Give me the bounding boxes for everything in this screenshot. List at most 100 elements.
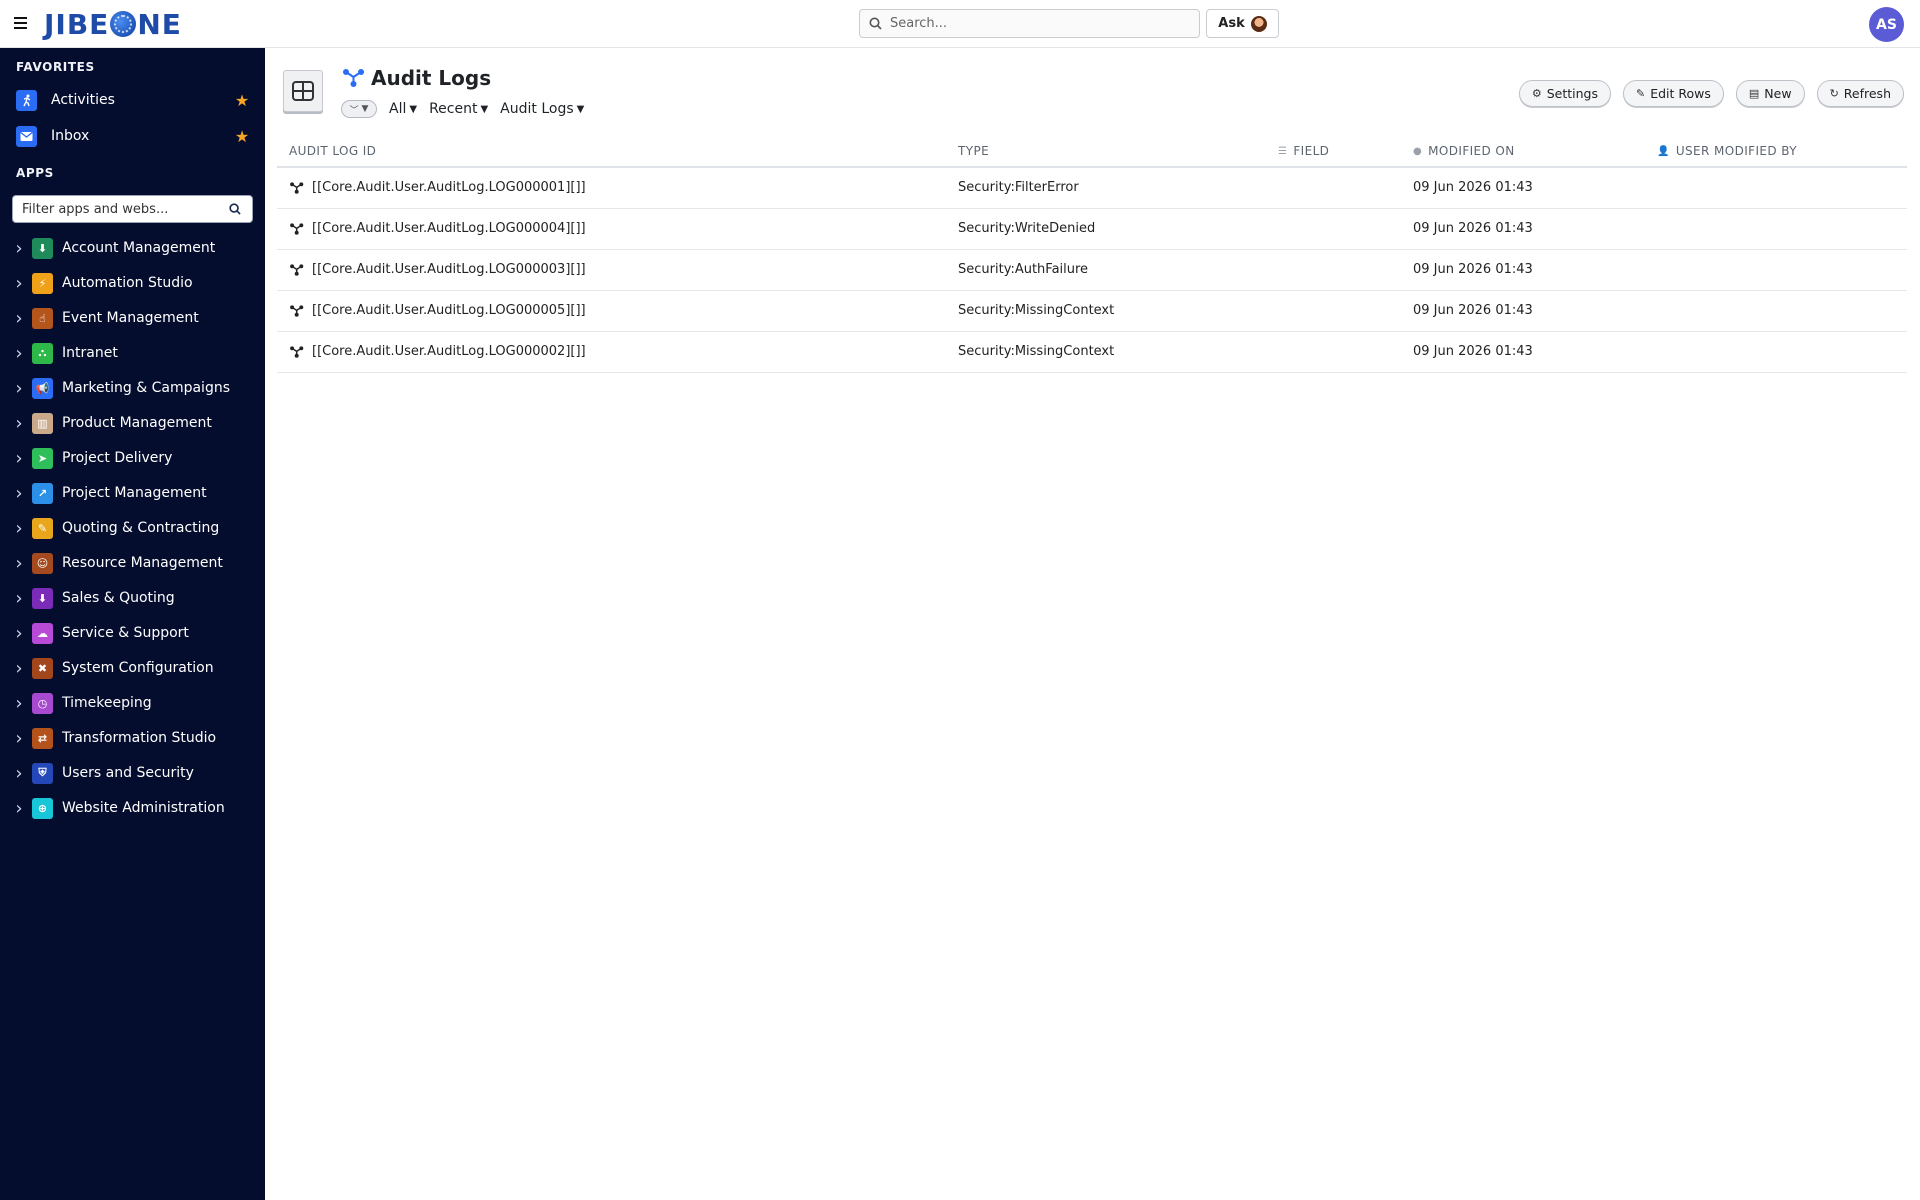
sidebar-app-service-support[interactable]: › ☁ Service & Support bbox=[0, 619, 265, 647]
chevron-right-icon[interactable]: › bbox=[10, 658, 28, 679]
running-person-icon bbox=[16, 89, 37, 111]
column-header-label: MODIFIED ON bbox=[1428, 144, 1515, 158]
sidebar-app-timekeeping[interactable]: › ◷ Timekeeping bbox=[0, 689, 265, 717]
search-icon bbox=[860, 10, 890, 37]
favorite-star-icon[interactable]: ★ bbox=[232, 127, 252, 146]
table-row[interactable]: [[Core.Audit.User.AuditLog.LOG000003][]]… bbox=[277, 250, 1907, 291]
sidebar-app-sales-quoting[interactable]: › ⬇ Sales & Quoting bbox=[0, 584, 265, 612]
scope-dropdown[interactable]: All ▼ bbox=[389, 101, 417, 117]
sidebar-app-system-configuration[interactable]: › ✖ System Configuration bbox=[0, 654, 265, 682]
chevron-right-icon[interactable]: › bbox=[10, 413, 28, 434]
audit-log-id-link[interactable]: [[Core.Audit.User.AuditLog.LOG000005][]] bbox=[312, 303, 586, 318]
grid-view-icon bbox=[292, 81, 314, 101]
sidebar-app-label: Website Administration bbox=[62, 800, 225, 816]
cell-audit-log-id[interactable]: [[Core.Audit.User.AuditLog.LOG000002][]] bbox=[289, 344, 586, 359]
sidebar-app-product-management[interactable]: › ▥ Product Management bbox=[0, 409, 265, 437]
chevron-right-icon[interactable]: › bbox=[10, 763, 28, 784]
cell-audit-log-id[interactable]: [[Core.Audit.User.AuditLog.LOG000005][]] bbox=[289, 303, 586, 318]
audit-log-id-link[interactable]: [[Core.Audit.User.AuditLog.LOG000002][]] bbox=[312, 344, 586, 359]
app-icon: ☺ bbox=[32, 552, 53, 574]
table-row[interactable]: [[Core.Audit.User.AuditLog.LOG000004][]]… bbox=[277, 209, 1907, 250]
sidebar-app-project-management[interactable]: › ↗ Project Management bbox=[0, 479, 265, 507]
logo-text-right: NE bbox=[137, 7, 182, 41]
app-icon: ⛨ bbox=[32, 762, 53, 784]
table-header: AUDIT LOG ID TYPE ☰ FIELD ● MODIFIED ON 👤 U… bbox=[277, 132, 1907, 168]
chevron-right-icon[interactable]: › bbox=[10, 378, 28, 399]
search-icon[interactable] bbox=[223, 203, 247, 215]
audit-log-id-link[interactable]: [[Core.Audit.User.AuditLog.LOG000004][]] bbox=[312, 221, 586, 236]
chevron-down-icon: ▼ bbox=[576, 103, 585, 115]
app-icon: ⚡ bbox=[32, 272, 53, 294]
global-search-input[interactable] bbox=[890, 16, 1180, 31]
cell-modified-on: 09 Jun 2026 01:43 bbox=[1413, 344, 1533, 359]
column-header-user-modified-by[interactable]: 👤 USER MODIFIED BY bbox=[1657, 144, 1797, 158]
settings-button[interactable]: ⚙ Settings bbox=[1518, 80, 1611, 107]
edit-rows-button[interactable]: ✎ Edit Rows bbox=[1622, 80, 1724, 107]
recency-dropdown[interactable]: Recent ▼ bbox=[429, 101, 488, 117]
audit-log-icon bbox=[289, 181, 305, 195]
app-icon: ✖ bbox=[32, 657, 53, 679]
chevron-down-icon: ▼ bbox=[480, 103, 489, 115]
sidebar-app-marketing-campaigns[interactable]: › 📢 Marketing & Campaigns bbox=[0, 374, 265, 402]
scope-dropdown-value: All bbox=[389, 101, 407, 117]
ask-button[interactable]: Ask bbox=[1206, 9, 1279, 38]
sidebar-app-quoting-contracting[interactable]: › ✎ Quoting & Contracting bbox=[0, 514, 265, 542]
favorite-item-activities[interactable]: Activities ★ bbox=[16, 88, 252, 112]
chevron-right-icon[interactable]: › bbox=[10, 798, 28, 819]
column-header-field[interactable]: ☰ FIELD bbox=[1278, 144, 1329, 158]
new-button[interactable]: ▤ New bbox=[1735, 80, 1805, 107]
column-header-audit-log-id[interactable]: AUDIT LOG ID bbox=[289, 144, 376, 158]
logo-text-left: JIBE bbox=[44, 7, 110, 41]
view-dropdown[interactable]: Audit Logs ▼ bbox=[500, 101, 584, 117]
filter-apps-input[interactable] bbox=[13, 201, 223, 217]
audit-log-id-link[interactable]: [[Core.Audit.User.AuditLog.LOG000003][]] bbox=[312, 262, 586, 277]
table-row[interactable]: [[Core.Audit.User.AuditLog.LOG000005][]]… bbox=[277, 291, 1907, 332]
chevron-right-icon[interactable]: › bbox=[10, 693, 28, 714]
user-avatar[interactable]: AS bbox=[1869, 7, 1904, 42]
view-switcher-button[interactable] bbox=[283, 70, 323, 112]
sidebar-app-intranet[interactable]: › ⛬ Intranet bbox=[0, 339, 265, 367]
sidebar-app-label: Users and Security bbox=[62, 765, 194, 781]
sidebar-app-automation-studio[interactable]: › ⚡ Automation Studio bbox=[0, 269, 265, 297]
sidebar-app-project-delivery[interactable]: › ➤ Project Delivery bbox=[0, 444, 265, 472]
chevron-right-icon[interactable]: › bbox=[10, 343, 28, 364]
chevron-right-icon[interactable]: › bbox=[10, 553, 28, 574]
favorite-item-inbox[interactable]: Inbox ★ bbox=[16, 124, 252, 148]
cell-audit-log-id[interactable]: [[Core.Audit.User.AuditLog.LOG000004][]] bbox=[289, 221, 586, 236]
cell-audit-log-id[interactable]: [[Core.Audit.User.AuditLog.LOG000001][]] bbox=[289, 180, 586, 195]
sidebar-app-transformation-studio[interactable]: › ⇄ Transformation Studio bbox=[0, 724, 265, 752]
jibeone-logo[interactable]: JIBE NE bbox=[44, 7, 182, 41]
audit-log-icon bbox=[289, 222, 305, 236]
cell-type: Security:FilterError bbox=[958, 180, 1079, 195]
audit-log-id-link[interactable]: [[Core.Audit.User.AuditLog.LOG000001][]] bbox=[312, 180, 586, 195]
column-header-modified-on[interactable]: ● MODIFIED ON bbox=[1413, 144, 1515, 158]
chevron-right-icon[interactable]: › bbox=[10, 518, 28, 539]
sidebar-app-account-management[interactable]: › ⬇ Account Management bbox=[0, 234, 265, 262]
favorite-star-icon[interactable]: ★ bbox=[232, 91, 252, 110]
chevron-right-icon[interactable]: › bbox=[10, 483, 28, 504]
chevron-right-icon[interactable]: › bbox=[10, 273, 28, 294]
apps-section-title: APPS bbox=[16, 166, 54, 180]
favorite-label: Inbox bbox=[51, 128, 90, 144]
filter-toggle[interactable]: ﹀ ▼ bbox=[341, 100, 377, 118]
user-icon: 👤 bbox=[1657, 145, 1670, 157]
hamburger-menu-icon[interactable] bbox=[14, 14, 34, 34]
cell-type: Security:MissingContext bbox=[958, 303, 1115, 318]
sidebar-app-event-management[interactable]: › ☝ Event Management bbox=[0, 304, 265, 332]
sidebar-app-resource-management[interactable]: › ☺ Resource Management bbox=[0, 549, 265, 577]
sidebar-app-website-administration[interactable]: › ⊕ Website Administration bbox=[0, 794, 265, 822]
cell-type: Security:MissingContext bbox=[958, 344, 1115, 359]
chevron-right-icon[interactable]: › bbox=[10, 728, 28, 749]
chevron-right-icon[interactable]: › bbox=[10, 588, 28, 609]
app-icon: ☁ bbox=[32, 622, 53, 644]
refresh-button[interactable]: ↻ Refresh bbox=[1816, 80, 1904, 107]
chevron-right-icon[interactable]: › bbox=[10, 623, 28, 644]
chevron-right-icon[interactable]: › bbox=[10, 308, 28, 329]
table-row[interactable]: [[Core.Audit.User.AuditLog.LOG000001][]]… bbox=[277, 168, 1907, 209]
cell-audit-log-id[interactable]: [[Core.Audit.User.AuditLog.LOG000003][]] bbox=[289, 262, 586, 277]
chevron-right-icon[interactable]: › bbox=[10, 448, 28, 469]
chevron-right-icon[interactable]: › bbox=[10, 238, 28, 259]
sidebar-app-users-and-security[interactable]: › ⛨ Users and Security bbox=[0, 759, 265, 787]
table-row[interactable]: [[Core.Audit.User.AuditLog.LOG000002][]]… bbox=[277, 332, 1907, 373]
column-header-type[interactable]: TYPE bbox=[958, 144, 989, 158]
